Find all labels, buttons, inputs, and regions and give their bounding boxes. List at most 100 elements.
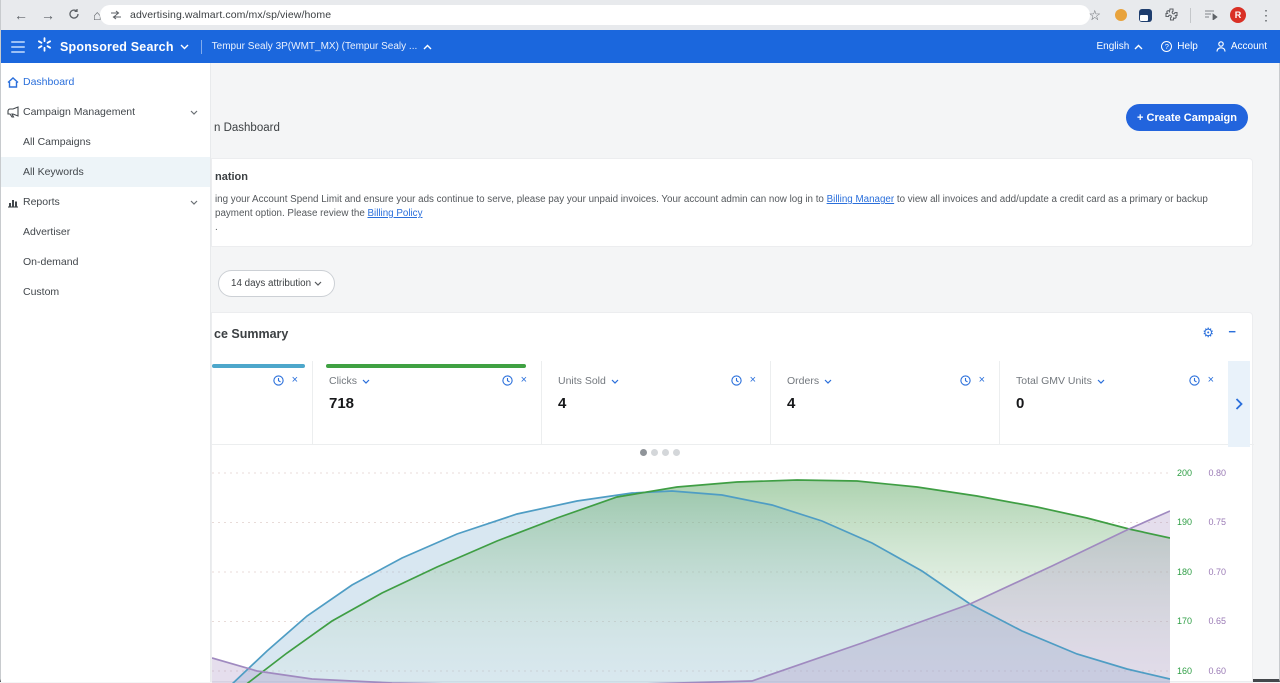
- sidebar-item-on-demand[interactable]: On-demand: [1, 247, 210, 277]
- sidebar-item-all-keywords[interactable]: All Keywords: [1, 157, 210, 187]
- chevron-right-icon: [1235, 398, 1243, 410]
- axis-tick-secondary: 0.70: [1192, 567, 1226, 577]
- url-text: advertising.walmart.com/mx/sp/view/home: [130, 9, 331, 21]
- chevron-up-icon[interactable]: [423, 44, 432, 50]
- chevron-down-icon[interactable]: [1097, 379, 1105, 384]
- chevron-down-icon[interactable]: [611, 379, 619, 384]
- carousel-dot[interactable]: [651, 449, 658, 456]
- help-link[interactable]: ? Help: [1161, 41, 1198, 52]
- chevron-down-icon: [314, 281, 322, 286]
- sidebar-item-custom[interactable]: Custom: [1, 277, 210, 307]
- chevron-down-icon[interactable]: [180, 44, 189, 50]
- bookmark-star-icon[interactable]: ☆: [1088, 8, 1101, 22]
- performance-chart: [212, 461, 1170, 683]
- sidebar-item-label: All Campaigns: [23, 136, 91, 148]
- axis-tick-primary: 160: [1170, 666, 1192, 676]
- help-icon: ?: [1161, 41, 1172, 52]
- attribution-clock-icon[interactable]: [502, 375, 513, 386]
- sidebar-item-label: On-demand: [23, 256, 78, 268]
- metric-label: Orders: [787, 375, 819, 387]
- metric-label: Units Sold: [558, 375, 606, 387]
- chevron-down-icon[interactable]: [362, 379, 370, 384]
- language-selector[interactable]: English: [1096, 41, 1143, 52]
- attribution-clock-icon[interactable]: [731, 375, 742, 386]
- help-label: Help: [1177, 41, 1198, 52]
- account-menu[interactable]: Account: [1216, 41, 1267, 52]
- back-icon[interactable]: ←: [14, 8, 28, 22]
- create-campaign-button[interactable]: + Create Campaign: [1126, 104, 1248, 131]
- advertiser-switcher[interactable]: Tempur Sealy 3P(WMT_MX) (Tempur Sealy ..…: [212, 41, 418, 52]
- axis-tick-primary: 190: [1170, 517, 1192, 527]
- collapse-minus-icon[interactable]: −: [1228, 324, 1236, 339]
- megaphone-icon: [7, 106, 21, 118]
- remove-metric-icon[interactable]: ×: [750, 375, 756, 386]
- browser-toolbar: ← → ⌂ advertising.walmart.com/mx/sp/view…: [1, 0, 1280, 30]
- metric-card-units-sold[interactable]: Units Sold 4 ×: [541, 361, 770, 445]
- chevron-down-icon[interactable]: [824, 379, 832, 384]
- notice-text: .: [215, 222, 218, 233]
- remove-metric-icon[interactable]: ×: [521, 375, 527, 386]
- carousel-next-button[interactable]: [1228, 361, 1250, 447]
- sidebar-item-campaign-management[interactable]: Campaign Management: [1, 97, 210, 127]
- device-icon[interactable]: [1204, 8, 1218, 22]
- extension-orange-icon[interactable]: [1115, 9, 1127, 21]
- attribution-dropdown-value: 14 days attribution: [231, 278, 311, 289]
- site-settings-icon[interactable]: [110, 10, 122, 20]
- extensions-puzzle-icon[interactable]: [1165, 8, 1178, 23]
- product-title[interactable]: Sponsored Search: [60, 40, 174, 54]
- axis-tick-primary: 170: [1170, 616, 1192, 626]
- sidebar-item-reports[interactable]: Reports: [1, 187, 210, 217]
- forward-icon[interactable]: →: [41, 8, 55, 22]
- person-icon: [1216, 41, 1226, 52]
- app-header: Sponsored Search Tempur Sealy 3P(WMT_MX)…: [1, 30, 1280, 63]
- metric-card-orders[interactable]: Orders 4 ×: [770, 361, 999, 445]
- metric-value: 0: [1016, 395, 1024, 412]
- billing-manager-link[interactable]: Billing Manager: [827, 194, 895, 205]
- notice-title: nation: [215, 171, 248, 183]
- remove-metric-icon[interactable]: ×: [1208, 375, 1214, 386]
- sidebar-item-advertiser[interactable]: Advertiser: [1, 217, 210, 247]
- axis-tick-secondary: 0.75: [1192, 517, 1226, 527]
- carousel-dot[interactable]: [640, 449, 647, 456]
- attribution-dropdown[interactable]: 14 days attribution: [218, 270, 335, 297]
- carousel-dot[interactable]: [673, 449, 680, 456]
- home-icon: [7, 77, 21, 88]
- sidebar-item-label: Campaign Management: [23, 106, 135, 118]
- sidebar-item-label: Advertiser: [23, 226, 70, 238]
- carousel-dot[interactable]: [662, 449, 669, 456]
- chevron-down-icon[interactable]: [190, 110, 198, 115]
- reload-icon[interactable]: [68, 8, 80, 22]
- metric-card-clicks[interactable]: Clicks 718 ×: [312, 361, 541, 445]
- carousel-dots[interactable]: [640, 449, 680, 456]
- sidebar-item-label: All Keywords: [23, 166, 84, 178]
- performance-summary-title: ce Summary: [214, 327, 288, 341]
- metric-label: Clicks: [329, 375, 357, 387]
- notice-text: ing your Account Spend Limit and ensure …: [215, 194, 827, 205]
- address-bar[interactable]: advertising.walmart.com/mx/sp/view/home: [100, 5, 1090, 25]
- billing-policy-link[interactable]: Billing Policy: [367, 208, 422, 219]
- sidebar-item-label: Custom: [23, 286, 59, 298]
- notice-body: ing your Account Spend Limit and ensure …: [215, 193, 1245, 235]
- attribution-clock-icon[interactable]: [1189, 375, 1200, 386]
- bar-chart-icon: [7, 197, 21, 208]
- attribution-clock-icon[interactable]: [960, 375, 971, 386]
- language-label: English: [1096, 41, 1129, 52]
- axis-tick-secondary: 0.80: [1192, 468, 1226, 478]
- metric-card-total-gmv-units[interactable]: Total GMV Units 0 ×: [999, 361, 1228, 445]
- page-title: n Dashboard: [214, 122, 280, 134]
- metric-label: Total GMV Units: [1016, 375, 1092, 387]
- sidebar-item-all-campaigns[interactable]: All Campaigns: [1, 127, 210, 157]
- sidebar-item-dashboard[interactable]: Dashboard: [1, 67, 210, 97]
- kebab-menu-icon[interactable]: ⋮: [1259, 8, 1273, 22]
- gear-icon[interactable]: ⚙: [1202, 325, 1214, 341]
- chevron-down-icon[interactable]: [190, 200, 198, 205]
- hamburger-menu-icon[interactable]: [11, 38, 25, 56]
- metric-card-partial[interactable]: ×: [212, 361, 312, 445]
- remove-metric-icon[interactable]: ×: [292, 375, 298, 386]
- extension-blue-icon[interactable]: [1139, 9, 1152, 22]
- attribution-clock-icon[interactable]: [273, 375, 284, 386]
- walmart-spark-icon: [37, 37, 52, 57]
- browser-profile-avatar[interactable]: R: [1230, 7, 1246, 23]
- remove-metric-icon[interactable]: ×: [979, 375, 985, 386]
- performance-summary-card: ce Summary ⚙ − × Clicks 718 ×: [211, 312, 1253, 682]
